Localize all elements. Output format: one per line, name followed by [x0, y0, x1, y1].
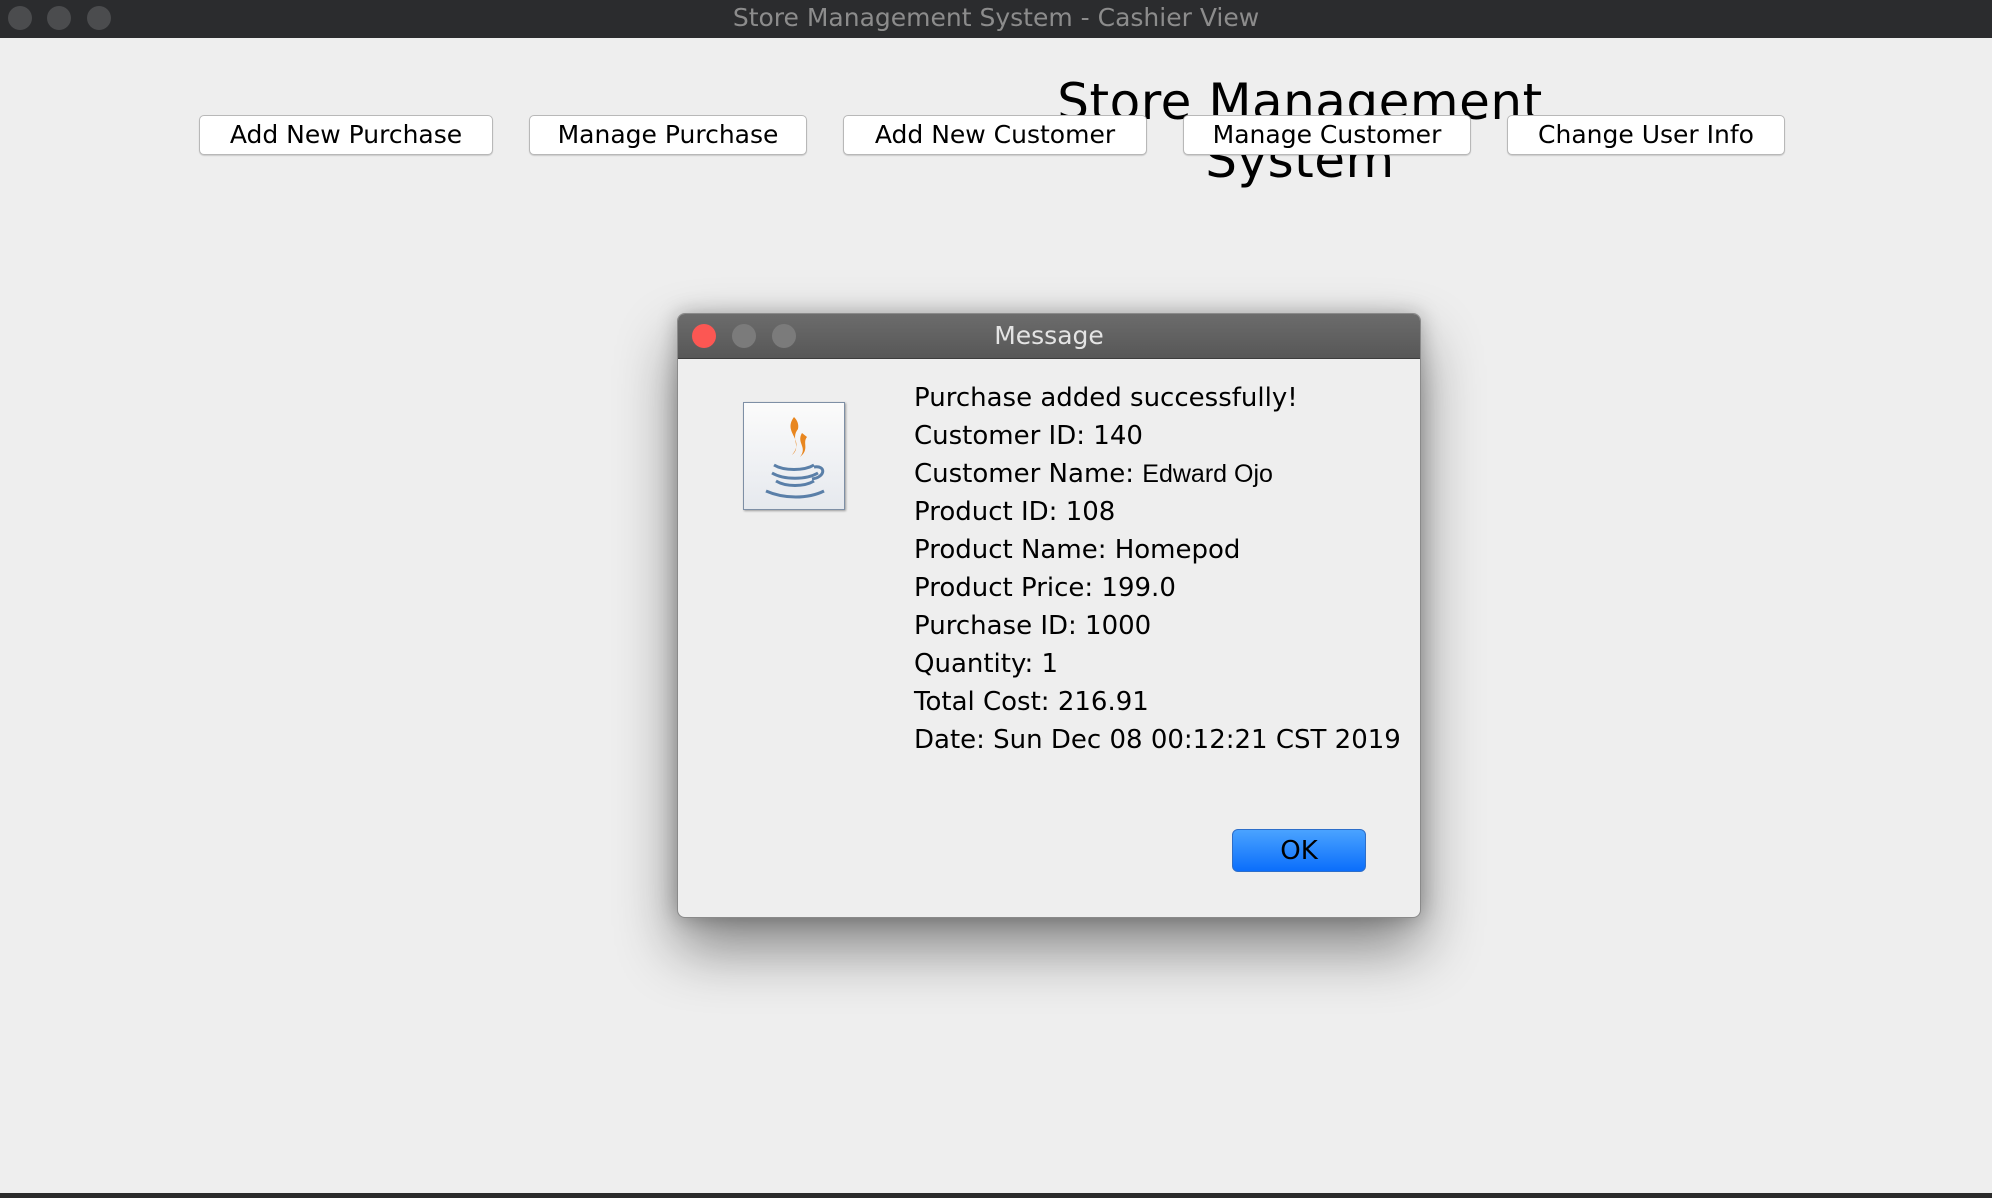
message-product-price: Product Price: 199.0	[914, 573, 1176, 603]
window-title: Store Management System - Cashier View	[732, 3, 1260, 32]
message-customer-name: Customer Name: Edward Ojo	[914, 455, 1401, 493]
message-customer-id: Customer ID: 140	[914, 421, 1143, 451]
customer-name-label: Customer Name:	[914, 459, 1135, 489]
message-status: Purchase added successfully!	[914, 383, 1298, 413]
add-new-purchase-button[interactable]: Add New Purchase	[199, 115, 493, 155]
message-body: Purchase added successfully! Customer ID…	[914, 379, 1401, 759]
window-bottom-edge	[0, 1193, 1992, 1198]
message-product-id: Product ID: 108	[914, 497, 1116, 527]
message-total-cost: Total Cost: 216.91	[914, 687, 1149, 717]
message-dialog: Message Purchase added successfully! Cus…	[677, 313, 1421, 918]
message-quantity: Quantity: 1	[914, 649, 1059, 679]
message-purchase-id: Purchase ID: 1000	[914, 611, 1152, 641]
window-titlebar: Store Management System - Cashier View	[0, 0, 1992, 39]
dialog-titlebar: Message	[678, 314, 1420, 359]
java-icon	[743, 402, 845, 510]
dialog-title: Message	[994, 321, 1104, 350]
change-user-info-button[interactable]: Change User Info	[1507, 115, 1785, 155]
add-new-customer-button[interactable]: Add New Customer	[843, 115, 1147, 155]
manage-customer-button[interactable]: Manage Customer	[1183, 115, 1471, 155]
ok-button[interactable]: OK	[1232, 829, 1366, 872]
manage-purchase-button[interactable]: Manage Purchase	[529, 115, 807, 155]
message-product-name: Product Name: Homepod	[914, 535, 1241, 565]
message-date: Date: Sun Dec 08 00:12:21 CST 2019	[914, 725, 1401, 755]
customer-name-value: Edward Ojo	[1142, 460, 1273, 488]
